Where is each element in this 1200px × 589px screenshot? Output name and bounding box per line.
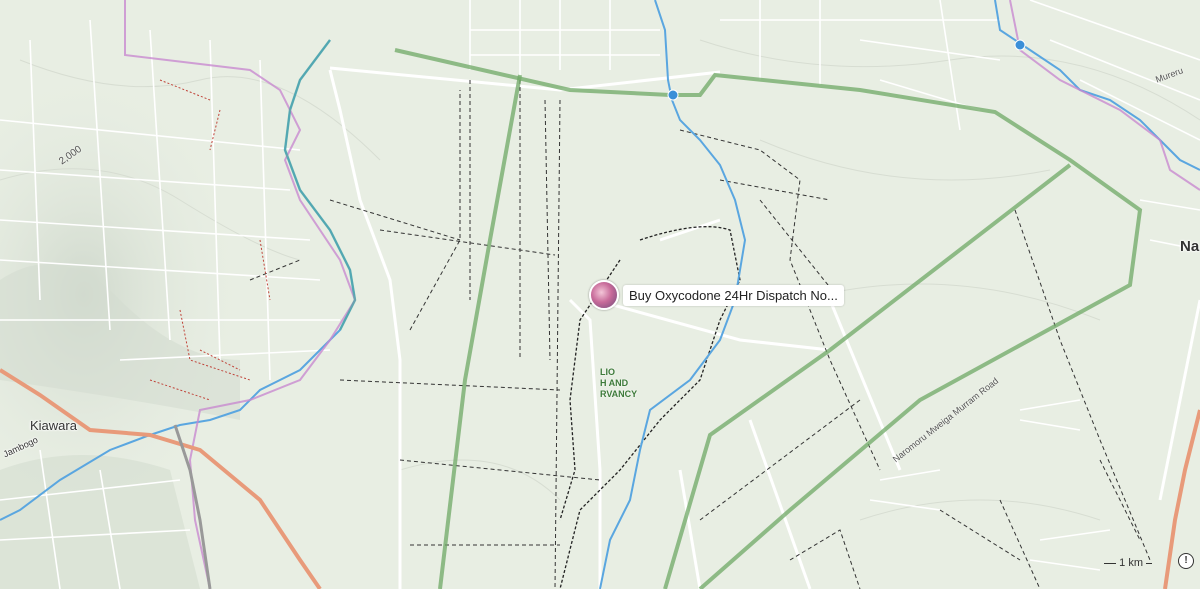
scale-label: 1 km — [1119, 557, 1143, 569]
scale-line — [1146, 562, 1152, 564]
marker-avatar-icon[interactable] — [589, 280, 619, 310]
scale-bar: 1 km — [1104, 557, 1152, 569]
park-label-line: RVANCY — [600, 389, 638, 399]
place-marker[interactable]: Buy Oxycodone 24Hr Dispatch No... — [589, 280, 844, 310]
map-canvas[interactable]: 2,000 Kiawara Jambogo Na Mureru Naromoru… — [0, 0, 1200, 589]
park-label-line: LIO — [600, 367, 615, 377]
marker-label[interactable]: Buy Oxycodone 24Hr Dispatch No... — [623, 284, 844, 306]
place-label-nanyuki: Na — [1180, 238, 1200, 255]
place-label-kiawara: Kiawara — [30, 418, 77, 433]
info-icon[interactable]: ! — [1178, 553, 1194, 569]
park-label-line: H AND — [600, 378, 629, 388]
park-label: LIO H AND RVANCY — [600, 367, 637, 400]
scale-line — [1104, 562, 1117, 564]
